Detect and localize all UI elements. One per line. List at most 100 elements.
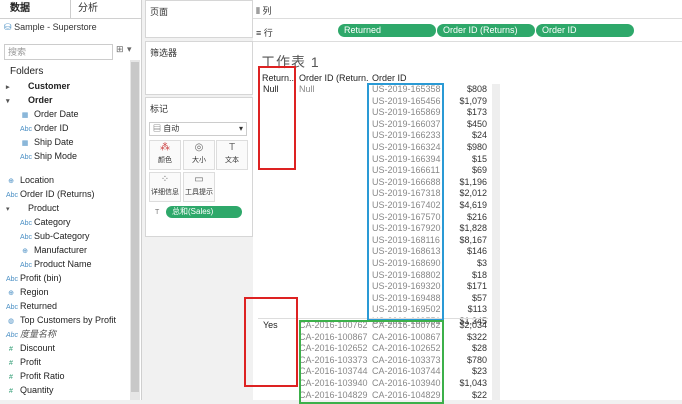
field-returned[interactable]: Abc Returned bbox=[6, 299, 57, 313]
folders-heading: Folders bbox=[10, 66, 44, 77]
highlight-box-returned-null bbox=[258, 66, 296, 170]
field-profit-bin[interactable]: Abc Profit (bin) bbox=[6, 271, 62, 285]
header-order-id-returns[interactable]: Order ID (Return.. bbox=[299, 73, 369, 83]
field-list: ▸ Customer ▾ Order ▦ Order Date Abc Order ID ▦ Sh… bbox=[0, 79, 130, 400]
detail-button[interactable]: ⁘ 详细信息 bbox=[149, 172, 181, 202]
sales-cell: $173 bbox=[466, 107, 487, 118]
field-order[interactable]: ▾ Order bbox=[6, 93, 53, 107]
pane-tabs: 数据 分析 bbox=[0, 0, 141, 19]
field-label: Order ID bbox=[34, 123, 69, 133]
row-pill-order-id-returns[interactable]: Order ID (Returns) bbox=[437, 24, 535, 37]
field-manufacturer[interactable]: ⊕ Manufacturer bbox=[20, 243, 87, 257]
field-label: Ship Mode bbox=[34, 151, 78, 161]
sales-cell: $450 bbox=[466, 118, 487, 129]
field-discount[interactable]: # Discount bbox=[6, 341, 55, 355]
header-order-id[interactable]: Order ID bbox=[372, 73, 442, 83]
marks-sum-sales-pill[interactable]: 总和(Sales) bbox=[166, 206, 242, 218]
filters-shelf[interactable]: 筛选器 bbox=[145, 41, 253, 95]
field-customer[interactable]: ▸ Customer bbox=[6, 79, 70, 93]
field-label: Quantity bbox=[20, 385, 54, 395]
text-icon: T bbox=[228, 142, 236, 153]
caret-down-icon[interactable]: ▾ bbox=[6, 203, 14, 217]
sales-cell: $2,012 bbox=[459, 188, 487, 199]
table-scrollbar[interactable] bbox=[492, 84, 500, 400]
field-region[interactable]: ⊕ Region bbox=[6, 285, 49, 299]
tab-analysis[interactable]: 分析 bbox=[78, 0, 98, 18]
field-label: Customer bbox=[28, 81, 71, 91]
sales-cell: $1,196 bbox=[459, 176, 487, 187]
field-top-customers-by-profit[interactable]: ◍ Top Customers by Profit bbox=[6, 313, 116, 327]
sales-cell: $808 bbox=[466, 84, 487, 94]
field-[interactable]: Abc 度量名称 bbox=[6, 327, 56, 341]
field-quantity[interactable]: # Quantity bbox=[6, 383, 54, 397]
detail-icon: ⁘ bbox=[160, 174, 170, 185]
scrollbar-thumb[interactable] bbox=[131, 62, 139, 392]
text-mark-icon: T bbox=[155, 209, 160, 216]
columns-label-text: 列 bbox=[262, 6, 272, 16]
sales-cell: $146 bbox=[466, 246, 487, 257]
row-pill-order-id[interactable]: Order ID bbox=[536, 24, 634, 37]
field-label: Order Date bbox=[34, 109, 79, 119]
rows-icon: ≡ bbox=[256, 28, 262, 38]
field-label: Top Customers by Profit bbox=[20, 315, 117, 325]
field-ship-date[interactable]: ▦ Ship Date bbox=[20, 135, 74, 149]
caret-down-icon[interactable]: ▾ bbox=[6, 95, 14, 109]
color-label: 颜色 bbox=[158, 157, 172, 164]
sales-cell: $1,043 bbox=[459, 378, 487, 388]
mark-type-select[interactable]: ▤ 自动 ▾ bbox=[149, 122, 247, 136]
field-profit[interactable]: # Profit bbox=[6, 355, 41, 369]
sales-cell: $171 bbox=[466, 281, 487, 292]
pages-shelf[interactable]: 页面 bbox=[145, 0, 253, 38]
tooltip-label: 工具提示 bbox=[185, 189, 213, 196]
size-button[interactable]: ◎ 大小 bbox=[183, 140, 215, 170]
sales-cell: $69 bbox=[471, 165, 487, 176]
text-label: 文本 bbox=[225, 157, 239, 164]
field-label: Profit Ratio bbox=[20, 371, 65, 381]
field-label: Order ID (Returns) bbox=[20, 189, 95, 199]
pages-label: 页面 bbox=[150, 7, 169, 17]
field-category[interactable]: Abc Category bbox=[20, 215, 71, 229]
datasource-name: Sample - Superstore bbox=[14, 22, 97, 32]
filter-icon[interactable]: ⊞ bbox=[116, 44, 124, 55]
sales-cell: $22 bbox=[471, 389, 487, 400]
field-sub-category[interactable]: Abc Sub-Category bbox=[20, 229, 90, 243]
sort-icon[interactable]: ▾ bbox=[127, 44, 132, 55]
field-label: 度量名称 bbox=[20, 329, 57, 339]
field-label: Manufacturer bbox=[34, 245, 88, 255]
mark-type-icon: ▤ bbox=[153, 124, 161, 133]
field-product[interactable]: ▾ Product bbox=[6, 201, 59, 215]
chevron-down-icon: ▾ bbox=[238, 124, 243, 133]
field-product-name[interactable]: Abc Product Name bbox=[20, 257, 92, 271]
size-icon: ◎ bbox=[194, 142, 204, 153]
field-label: Region bbox=[20, 287, 49, 297]
field-location[interactable]: ⊕ Location bbox=[6, 173, 54, 187]
field-order-date[interactable]: ▦ Order Date bbox=[20, 107, 79, 121]
sales-cell: $23 bbox=[471, 366, 487, 377]
sales-cell: $1,079 bbox=[459, 95, 487, 106]
datasource[interactable]: ⛁ Sample - Superstore bbox=[4, 22, 97, 33]
field-label: Order bbox=[28, 95, 53, 105]
highlight-box-returned-yes bbox=[244, 297, 298, 387]
sales-cell: $980 bbox=[466, 142, 487, 152]
field-ship-mode[interactable]: Abc Ship Mode bbox=[20, 149, 77, 163]
sales-cell: $24 bbox=[471, 130, 487, 141]
field-label: Category bbox=[34, 217, 71, 227]
tab-divider bbox=[70, 0, 71, 18]
field-label: Profit bbox=[20, 357, 42, 367]
field-label: Returned bbox=[20, 301, 58, 311]
tab-data[interactable]: 数据 bbox=[10, 0, 30, 18]
field-label: Ship Date bbox=[34, 137, 74, 147]
field-order-id[interactable]: Abc Order ID bbox=[20, 121, 69, 135]
text-button[interactable]: T 文本 bbox=[216, 140, 248, 170]
sales-cell: $322 bbox=[466, 331, 487, 342]
field-order-id-returns[interactable]: Abc Order ID (Returns) bbox=[6, 187, 95, 201]
search-input[interactable]: 搜索 bbox=[4, 44, 113, 60]
sales-cell: $8,167 bbox=[459, 234, 487, 245]
color-icon: ⁂ bbox=[160, 142, 170, 153]
row-pill-returned[interactable]: Returned bbox=[338, 24, 436, 37]
rows-label-text: 行 bbox=[263, 28, 273, 38]
field-profit-ratio[interactable]: # Profit Ratio bbox=[6, 369, 65, 383]
tooltip-button[interactable]: ▭ 工具提示 bbox=[183, 172, 215, 202]
sales-cell: $1,828 bbox=[459, 223, 487, 234]
color-button[interactable]: ⁂ 颜色 bbox=[149, 140, 181, 170]
